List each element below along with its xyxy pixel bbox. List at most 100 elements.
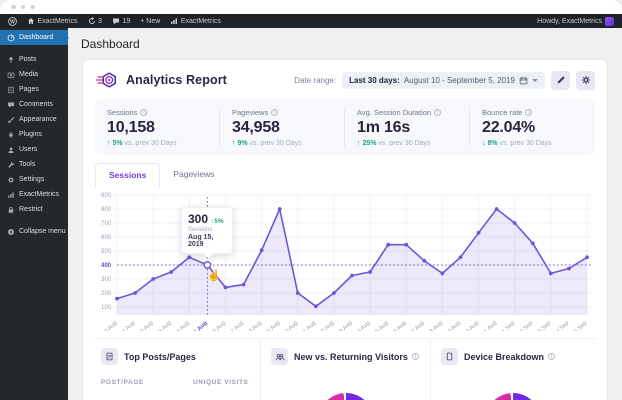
info-icon[interactable]: i bbox=[434, 109, 442, 116]
window-dot[interactable] bbox=[20, 4, 25, 10]
bar-chart-icon bbox=[171, 18, 178, 24]
visitors-pie-chart[interactable] bbox=[317, 393, 374, 400]
svg-text:20 Aug: 20 Aug bbox=[282, 320, 299, 331]
sidebar-item-dashboard[interactable]: Dashboard bbox=[0, 30, 69, 45]
info-icon[interactable]: i bbox=[525, 109, 533, 116]
gear-icon bbox=[581, 75, 590, 85]
wp-admin-bar: W ExactMetrics 3 19 + New ExactMetrics H… bbox=[0, 14, 622, 28]
svg-text:900: 900 bbox=[101, 193, 112, 199]
browser-window: W ExactMetrics 3 19 + New ExactMetrics H… bbox=[0, 0, 622, 400]
svg-text:800: 800 bbox=[101, 207, 112, 213]
sidebar-item-settings[interactable]: Settings bbox=[0, 172, 68, 187]
collapse-icon bbox=[8, 228, 14, 235]
comments-count: 19 bbox=[122, 17, 131, 25]
sidebar-item-pages[interactable]: Pages bbox=[0, 82, 68, 97]
sidebar-item-plugins[interactable]: Plugins bbox=[0, 127, 68, 142]
avatar[interactable] bbox=[605, 16, 614, 26]
sidebar-item-posts[interactable]: Posts bbox=[0, 52, 68, 67]
svg-text:300: 300 bbox=[101, 277, 112, 283]
dashboard-icon bbox=[7, 34, 15, 41]
svg-text:200: 200 bbox=[101, 291, 112, 297]
updates-count: 3 bbox=[98, 17, 102, 25]
svg-text:100: 100 bbox=[101, 305, 112, 311]
svg-text:29 Aug: 29 Aug bbox=[445, 320, 462, 331]
browser-titlebar bbox=[0, 0, 622, 14]
sidebar-item-exactmetrics[interactable]: ExactMetrics bbox=[0, 187, 68, 202]
cursor-hand-icon: ☝ bbox=[207, 270, 221, 282]
sessions-chart[interactable]: 900 800 700 600 500 400 300 200 100 10 Aug 11 Aug 1… bbox=[95, 189, 597, 338]
svg-text:23 Aug: 23 Aug bbox=[336, 320, 353, 331]
svg-text:21 Aug: 21 Aug bbox=[300, 320, 317, 331]
gear-icon bbox=[8, 176, 14, 183]
device-icon bbox=[441, 348, 458, 365]
svg-text:500: 500 bbox=[101, 249, 112, 255]
stat-sessions: Sessions i 10,158 ↑ 5% vs. prev 30 Days bbox=[95, 108, 220, 147]
stat-pageviews: Pageviews i 34,958 ↑ 9% vs. prev 30 Days bbox=[220, 108, 345, 147]
stat-session-duration: Avg. Session Duration i 1m 16s ↑ 25% vs. … bbox=[345, 108, 470, 147]
wrench-icon bbox=[8, 161, 15, 168]
updates-link[interactable]: 3 bbox=[88, 17, 102, 25]
comments-link[interactable]: 19 bbox=[112, 17, 130, 25]
date-range-label: Date range: bbox=[294, 75, 337, 85]
report-settings-button[interactable] bbox=[576, 70, 595, 90]
site-home-link[interactable]: ExactMetrics bbox=[27, 17, 78, 25]
bottom-widgets: Top Posts/Pages POST/PAGE UNIQUE VISITS bbox=[95, 339, 595, 400]
new-label: + New bbox=[140, 17, 161, 25]
sidebar-item-users[interactable]: Users bbox=[0, 142, 68, 157]
comment-icon bbox=[8, 102, 14, 108]
sidebar-item-appearance[interactable]: Appearance bbox=[0, 112, 68, 127]
date-range-picker[interactable]: Last 30 days: August 10 - September 5, 2… bbox=[342, 71, 545, 89]
card-title: New vs. Returning Visitors i bbox=[294, 352, 419, 362]
svg-text:26 Aug: 26 Aug bbox=[391, 320, 408, 331]
plug-icon bbox=[9, 131, 13, 138]
sidebar-collapse-menu[interactable]: Collapse menu bbox=[0, 224, 68, 239]
info-icon[interactable]: i bbox=[411, 353, 419, 360]
svg-text:18 Aug: 18 Aug bbox=[246, 320, 263, 331]
svg-text:15 Aug: 15 Aug bbox=[191, 320, 209, 331]
info-icon[interactable]: i bbox=[271, 109, 279, 116]
howdy-account-link[interactable]: Howdy, ExactMetrics bbox=[537, 18, 602, 25]
svg-text:1 Sep: 1 Sep bbox=[501, 320, 516, 331]
card-title: Device Breakdown i bbox=[464, 352, 556, 362]
camera-icon bbox=[7, 72, 15, 78]
exactmetrics-toolbar-link[interactable]: ExactMetrics bbox=[170, 17, 221, 25]
svg-text:24 Aug: 24 Aug bbox=[354, 320, 371, 331]
svg-text:30 Aug: 30 Aug bbox=[463, 320, 480, 331]
tab-sessions[interactable]: Sessions bbox=[95, 163, 161, 187]
window-dot[interactable] bbox=[30, 4, 35, 10]
user-icon bbox=[8, 146, 14, 153]
lock-icon bbox=[8, 206, 14, 213]
svg-text:13 Aug: 13 Aug bbox=[156, 320, 173, 331]
device-breakdown-card: Device Breakdown i bbox=[430, 339, 595, 400]
info-icon[interactable]: i bbox=[140, 109, 148, 116]
svg-text:22 Aug: 22 Aug bbox=[318, 320, 335, 331]
svg-text:27 Aug: 27 Aug bbox=[409, 320, 426, 331]
svg-text:12 Aug: 12 Aug bbox=[138, 320, 155, 331]
svg-text:4 Sep: 4 Sep bbox=[555, 320, 570, 331]
line-chart-canvas[interactable]: 90080070060050040030020010010 Aug 11 Aug 1… bbox=[95, 189, 597, 338]
wp-logo-icon[interactable]: W bbox=[8, 16, 17, 26]
window-dot[interactable] bbox=[11, 4, 16, 10]
plugin-name: ExactMetrics bbox=[180, 17, 221, 25]
chevron-down-icon bbox=[532, 78, 538, 85]
page-title: Dashboard bbox=[81, 37, 140, 51]
device-pie-chart[interactable] bbox=[485, 393, 541, 400]
svg-text:700: 700 bbox=[101, 221, 112, 227]
site-name: ExactMetrics bbox=[37, 17, 78, 25]
new-content-button[interactable]: + New bbox=[140, 18, 160, 25]
tab-pageviews[interactable]: Pageviews bbox=[160, 163, 227, 187]
sidebar-item-media[interactable]: Media bbox=[0, 67, 68, 82]
svg-text:3 Sep: 3 Sep bbox=[537, 320, 552, 331]
svg-text:31 Aug: 31 Aug bbox=[481, 320, 498, 331]
stat-value: 22.04% bbox=[482, 119, 536, 136]
report-header: Analytics Report Date range: Last 30 day… bbox=[95, 60, 595, 99]
info-icon[interactable]: i bbox=[548, 353, 556, 360]
content-area: Dashboard Analytics Report Date range: L… bbox=[68, 28, 622, 400]
sidebar-item-comments[interactable]: Comments bbox=[0, 97, 68, 112]
sidebar-item-restrict[interactable]: Restrict bbox=[0, 202, 68, 217]
page-icon bbox=[8, 86, 14, 93]
sidebar-item-tools[interactable]: Tools bbox=[0, 157, 68, 172]
stat-value: 34,958 bbox=[232, 119, 280, 136]
svg-text:17 Aug: 17 Aug bbox=[228, 320, 245, 331]
edit-report-button[interactable] bbox=[551, 70, 570, 90]
